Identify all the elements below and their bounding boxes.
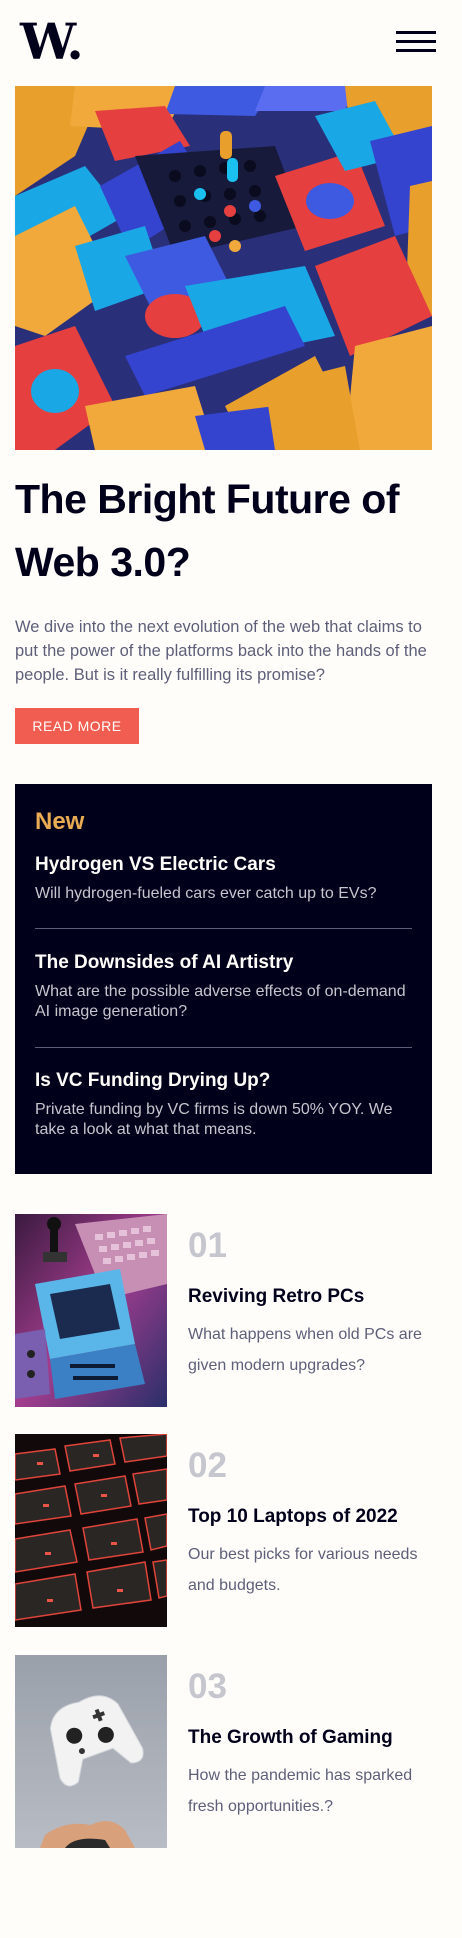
article-card[interactable]: 03 The Growth of Gaming How the pandemic…: [15, 1655, 432, 1848]
new-articles-panel: New Hydrogen VS Electric Cars Will hydro…: [15, 784, 432, 1174]
read-more-button[interactable]: READ MORE: [15, 708, 139, 744]
hamburger-menu-icon[interactable]: [396, 31, 436, 53]
divider: [35, 928, 412, 929]
article-card[interactable]: 02 Top 10 Laptops of 2022 Our best picks…: [15, 1434, 432, 1627]
retro-pc-illustration: [15, 1214, 167, 1407]
menu-bar: [396, 31, 436, 34]
new-item[interactable]: Is VC Funding Drying Up? Private funding…: [35, 1068, 412, 1140]
new-item-description: Private funding by VC firms is down 50% …: [35, 1101, 393, 1138]
menu-bar: [396, 40, 436, 43]
article-thumbnail-retro-pc[interactable]: [15, 1214, 167, 1407]
gamepad-illustration: [15, 1655, 167, 1848]
divider: [35, 1047, 412, 1048]
page: W. The Bright Future of Web 3.0? We dive…: [0, 0, 462, 1938]
article-thumbnail-gamepad[interactable]: [15, 1655, 167, 1848]
new-item-title[interactable]: Hydrogen VS Electric Cars: [35, 852, 412, 878]
new-item[interactable]: The Downsides of AI Artistry What are th…: [35, 950, 412, 1022]
new-item-description: Will hydrogen-fueled cars ever catch up …: [35, 885, 377, 902]
article-number: 01: [188, 1226, 227, 1265]
article-thumbnail-laptop-keys[interactable]: [15, 1434, 167, 1627]
article-title[interactable]: Reviving Retro PCs: [188, 1284, 438, 1310]
new-item-description: What are the possible adverse effects of…: [35, 983, 406, 1020]
article-number: 03: [188, 1667, 227, 1706]
new-item-title[interactable]: The Downsides of AI Artistry: [35, 950, 412, 976]
article-title[interactable]: Top 10 Laptops of 2022: [188, 1504, 438, 1530]
new-heading: New: [35, 808, 85, 835]
laptop-keys-illustration: [15, 1434, 167, 1627]
new-item-title[interactable]: Is VC Funding Drying Up?: [35, 1068, 412, 1094]
hero-image: [15, 86, 432, 450]
article-card[interactable]: 01 Reviving Retro PCs What happens when …: [15, 1214, 432, 1407]
hero-description: We dive into the next evolution of the w…: [15, 618, 427, 684]
new-item[interactable]: Hydrogen VS Electric Cars Will hydrogen-…: [35, 852, 412, 904]
article-title[interactable]: The Growth of Gaming: [188, 1725, 438, 1751]
menu-bar: [396, 49, 436, 52]
site-header: W.: [0, 0, 462, 84]
hero-title: The Bright Future of Web 3.0?: [15, 476, 400, 585]
article-description: Our best picks for various needs and bud…: [188, 1546, 418, 1594]
logo[interactable]: W.: [20, 12, 84, 72]
article-description: How the pandemic has sparked fresh oppor…: [188, 1767, 413, 1815]
hero-illustration: [15, 86, 432, 450]
article-number: 02: [188, 1446, 227, 1485]
article-description: What happens when old PCs are given mode…: [188, 1326, 422, 1374]
